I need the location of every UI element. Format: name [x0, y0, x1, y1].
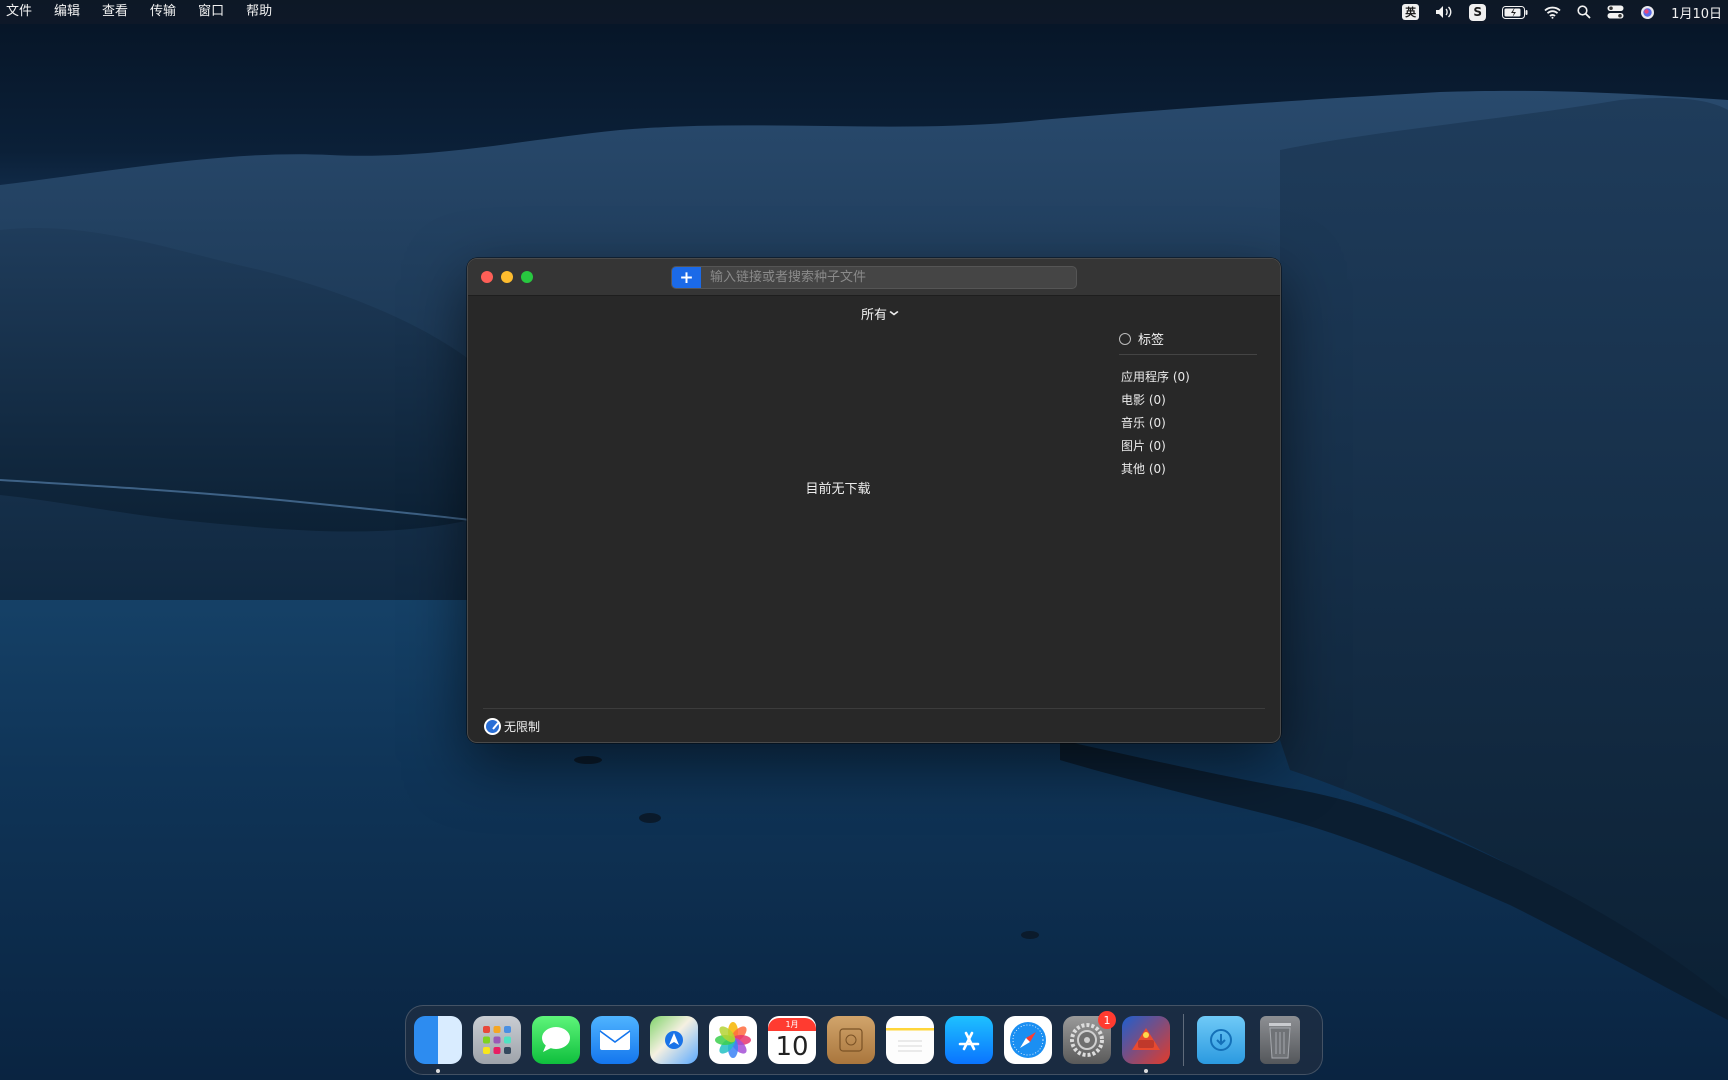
speed-limit-label: 无限制 — [504, 720, 541, 734]
calendar-day: 10 — [775, 1031, 809, 1062]
torrent-search-input[interactable] — [701, 267, 1076, 288]
tags-radio-icon[interactable] — [1119, 332, 1131, 345]
tags-list: 应用程序 (0) 电影 (0) 音乐 (0) 图片 (0) 其他 (0) — [1119, 366, 1257, 481]
zoom-window-button[interactable] — [521, 271, 533, 283]
filter-label: 所有 — [861, 308, 888, 323]
dock-separator — [1183, 1014, 1184, 1066]
transmission-window: + 所有 目前无下载 标签 应用程序 (0) 电影 (0) 音乐 (0) 图片 … — [467, 258, 1281, 743]
chevron-down-icon — [889, 309, 899, 319]
running-indicator — [436, 1069, 440, 1073]
notes-icon[interactable] — [886, 1016, 934, 1064]
tag-item-other[interactable]: 其他 (0) — [1119, 458, 1257, 481]
speed-limit-toggle[interactable]: 无限制 — [484, 718, 540, 735]
footer-divider — [483, 708, 1265, 709]
tags-panel: 标签 应用程序 (0) 电影 (0) 音乐 (0) 图片 (0) 其他 (0) — [1119, 329, 1257, 481]
torrent-search-bar: + — [671, 266, 1077, 289]
messages-icon[interactable] — [532, 1016, 580, 1064]
wifi-icon[interactable] — [1544, 6, 1561, 19]
menu-clock[interactable]: 1月10日 — [1671, 3, 1722, 22]
menu-edit[interactable]: 编辑 — [43, 0, 91, 24]
add-torrent-button[interactable]: + — [672, 267, 701, 288]
trash-icon[interactable] — [1260, 1016, 1300, 1064]
input-method-icon[interactable]: 英 — [1402, 4, 1420, 20]
menu-window[interactable]: 窗口 — [187, 0, 235, 24]
transmission-app-icon[interactable] — [1122, 1016, 1170, 1073]
sogou-input-icon[interactable]: S — [1469, 3, 1487, 21]
volume-icon[interactable] — [1435, 5, 1453, 19]
dock: 1月 10 1 — [405, 1005, 1323, 1075]
window-toolbar: + — [468, 259, 1280, 296]
control-center-icon[interactable] — [1607, 5, 1624, 19]
menu-help[interactable]: 帮助 — [235, 0, 283, 24]
running-indicator — [1144, 1069, 1148, 1073]
mail-icon[interactable] — [591, 1016, 639, 1064]
maps-icon[interactable] — [650, 1016, 698, 1064]
status-menus: 英 S 1月10日 — [1386, 0, 1728, 24]
filter-dropdown[interactable]: 所有 — [861, 304, 899, 323]
siri-icon[interactable] — [1640, 5, 1655, 20]
empty-downloads-message: 目前无下载 — [805, 482, 871, 497]
speed-gauge-icon — [484, 718, 501, 735]
tag-item-pictures[interactable]: 图片 (0) — [1119, 435, 1257, 458]
app-store-icon[interactable] — [945, 1016, 993, 1064]
notebook-icon[interactable] — [827, 1016, 875, 1064]
finder-icon[interactable] — [414, 1016, 462, 1073]
tag-item-applications[interactable]: 应用程序 (0) — [1119, 366, 1257, 389]
menu-view[interactable]: 查看 — [91, 0, 139, 24]
tags-header-label: 标签 — [1138, 333, 1165, 348]
app-menus: 文件 编辑 查看 传输 窗口 帮助 — [0, 0, 283, 24]
tags-header[interactable]: 标签 — [1119, 329, 1257, 355]
launchpad-icon[interactable] — [473, 1016, 521, 1064]
menu-bar: 文件 编辑 查看 传输 窗口 帮助 英 S 1月10日 — [0, 0, 1728, 24]
tag-item-music[interactable]: 音乐 (0) — [1119, 412, 1257, 435]
battery-icon[interactable] — [1502, 5, 1528, 19]
menu-file[interactable]: 文件 — [0, 0, 43, 24]
system-preferences-icon[interactable]: 1 — [1063, 1011, 1116, 1064]
downloads-folder-icon[interactable] — [1197, 1016, 1245, 1064]
safari-icon[interactable] — [1004, 1016, 1052, 1064]
menu-transfers[interactable]: 传输 — [139, 0, 187, 24]
calendar-month: 1月 — [768, 1017, 816, 1031]
photos-icon[interactable] — [709, 1016, 757, 1064]
notification-badge: 1 — [1098, 1011, 1116, 1029]
calendar-icon[interactable]: 1月 10 — [768, 1016, 816, 1064]
tag-item-movies[interactable]: 电影 (0) — [1119, 389, 1257, 412]
minimize-window-button[interactable] — [501, 271, 513, 283]
close-window-button[interactable] — [481, 271, 493, 283]
spotlight-search-icon[interactable] — [1577, 5, 1591, 19]
